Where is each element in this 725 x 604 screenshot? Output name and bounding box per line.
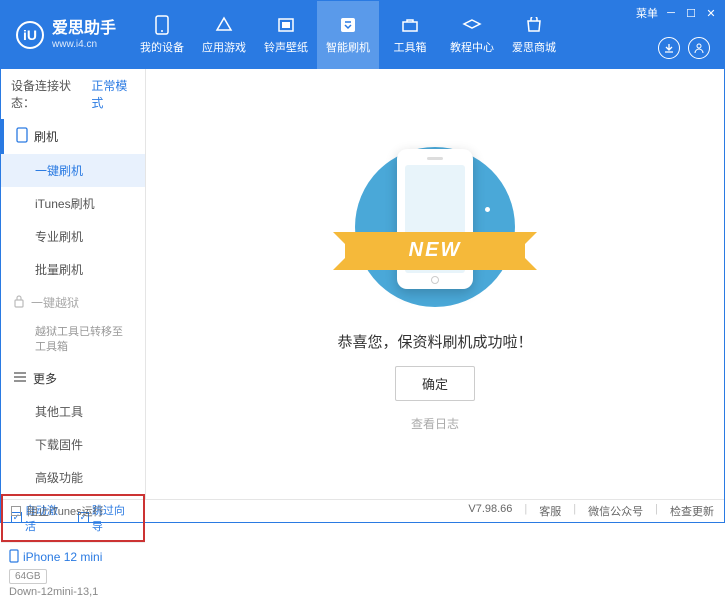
store-icon [524, 15, 544, 35]
toolbox-icon [400, 15, 420, 35]
block-itunes-label: 阻止iTunes运行 [27, 503, 104, 519]
sidebar-item-pro-flash[interactable]: 专业刷机 [1, 220, 145, 253]
close-button[interactable]: ✕ [704, 6, 718, 20]
sidebar-item-download-firmware[interactable]: 下载固件 [1, 428, 145, 461]
nav-toolbox[interactable]: 工具箱 [379, 1, 441, 69]
download-button[interactable] [658, 37, 680, 59]
sidebar-item-onekey-flash[interactable]: 一键刷机 [1, 154, 145, 187]
connection-mode: 正常模式 [91, 77, 135, 111]
flash-icon [338, 15, 358, 35]
menu-icon [13, 371, 27, 386]
sidebar: 设备连接状态： 正常模式 刷机 一键刷机 iTunes刷机 专业刷机 批量刷机 … [1, 69, 146, 499]
maximize-button[interactable]: ☐ [684, 6, 698, 20]
checkbox-block-itunes[interactable] [11, 506, 21, 516]
window-controls: 菜单 ─ ☐ ✕ [636, 5, 718, 21]
menu-label[interactable]: 菜单 [636, 5, 658, 21]
nav-ringtone[interactable]: 铃声壁纸 [255, 1, 317, 69]
sidebar-jailbreak-title: 一键越狱 [1, 286, 145, 319]
phone-icon [152, 15, 172, 35]
main-content: NEW 恭喜您，保资料刷机成功啦！ 确定 查看日志 [146, 69, 724, 499]
sidebar-flash-title[interactable]: 刷机 [1, 119, 145, 154]
logo-area: iU 爱思助手 www.i4.cn [1, 19, 131, 50]
device-model: Down-12mini-13,1 [9, 586, 137, 598]
sidebar-more-title[interactable]: 更多 [1, 362, 145, 395]
apps-icon [214, 15, 234, 35]
sidebar-item-advanced[interactable]: 高级功能 [1, 461, 145, 494]
device-phone-icon [9, 549, 19, 566]
app-logo-icon: iU [16, 21, 44, 49]
nav-store[interactable]: 爱思商城 [503, 1, 565, 69]
connection-status: 设备连接状态： 正常模式 [1, 69, 145, 119]
minimize-button[interactable]: ─ [664, 6, 678, 20]
sidebar-item-itunes-flash[interactable]: iTunes刷机 [1, 187, 145, 220]
device-name-label: iPhone 12 mini [23, 550, 102, 564]
device-info[interactable]: iPhone 12 mini 64GB Down-12mini-13,1 [1, 542, 145, 604]
view-log-link[interactable]: 查看日志 [411, 415, 459, 432]
ok-button[interactable]: 确定 [395, 366, 475, 401]
nav-my-device[interactable]: 我的设备 [131, 1, 193, 69]
app-url: www.i4.cn [52, 39, 116, 51]
nav-smart-flash[interactable]: 智能刷机 [317, 1, 379, 69]
app-header: iU 爱思助手 www.i4.cn 我的设备 应用游戏 铃声壁纸 智能刷机 工具… [1, 1, 724, 69]
device-storage: 64GB [9, 569, 47, 584]
jailbreak-note: 越狱工具已转移至工具箱 [1, 319, 145, 362]
app-title: 爱思助手 [52, 19, 116, 38]
customer-service-link[interactable]: 客服 [539, 503, 561, 519]
lock-icon [13, 294, 25, 311]
success-message: 恭喜您，保资料刷机成功啦！ [337, 331, 532, 352]
check-update-link[interactable]: 检查更新 [670, 503, 714, 519]
wallpaper-icon [276, 15, 296, 35]
account-button[interactable] [688, 37, 710, 59]
wechat-link[interactable]: 微信公众号 [588, 503, 643, 519]
new-ribbon: NEW [345, 232, 525, 270]
sidebar-item-other-tools[interactable]: 其他工具 [1, 395, 145, 428]
nav-apps[interactable]: 应用游戏 [193, 1, 255, 69]
nav-tutorial[interactable]: 教程中心 [441, 1, 503, 69]
graduation-icon [462, 15, 482, 35]
phone-small-icon [16, 127, 28, 146]
sidebar-item-batch-flash[interactable]: 批量刷机 [1, 253, 145, 286]
version-label: V7.98.66 [468, 503, 512, 519]
success-illustration: NEW [345, 137, 525, 317]
